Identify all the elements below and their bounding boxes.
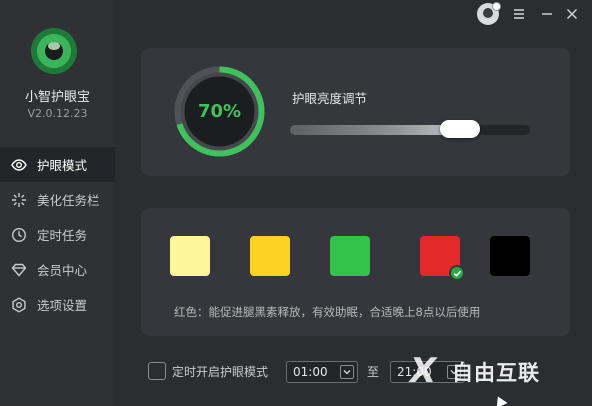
brightness-slider-fill [290, 125, 458, 135]
app-logo [31, 28, 77, 74]
sidebar-item-label: 护眼模式 [37, 158, 88, 173]
start-time-select[interactable]: 01:00 [286, 361, 358, 383]
swatch-green[interactable] [330, 236, 370, 276]
swatch-yellow[interactable] [250, 236, 290, 276]
clock-icon [11, 227, 27, 243]
watermark-x-icon: X [410, 351, 437, 391]
sidebar-item-label: 定时任务 [37, 228, 88, 243]
sidebar-item-timer[interactable]: 定时任务 [0, 217, 115, 252]
sparkle-icon [11, 192, 27, 208]
color-description: 红色：能促进腿黑素释放，有效助眠，合适晚上8点以后使用 [174, 305, 481, 319]
swatch-light-yellow[interactable] [170, 236, 210, 276]
sidebar: 小智护眼宝 V2.0.12.23 护眼模式 美化任务栏 定时任务 会员中心 选项… [0, 0, 115, 406]
chevron-down-icon [340, 365, 354, 379]
user-avatar[interactable] [477, 2, 501, 25]
menu-icon[interactable] [510, 5, 528, 23]
brightness-slider-thumb[interactable] [440, 120, 480, 138]
minimize-icon[interactable] [538, 5, 556, 23]
brightness-card: 70% 护眼亮度调节 [141, 48, 570, 176]
brightness-slider-track[interactable] [290, 125, 530, 135]
timer-label: 定时开启护眼模式 [172, 365, 269, 379]
brightness-value: 70% [197, 101, 242, 122]
time-range-separator: 至 [367, 365, 380, 379]
sidebar-nav: 护眼模式 美化任务栏 定时任务 会员中心 选项设置 [0, 147, 115, 322]
mouse-cursor-icon [492, 393, 508, 406]
app-name: 小智护眼宝 [24, 90, 90, 105]
eye-icon [11, 157, 27, 173]
sidebar-item-member[interactable]: 会员中心 [0, 252, 115, 287]
diamond-icon [11, 262, 27, 278]
app-version: V2.0.12.23 [27, 107, 88, 120]
vip-badge-icon [492, 2, 501, 11]
gear-icon [11, 296, 27, 313]
sidebar-item-label: 选项设置 [37, 298, 88, 313]
sidebar-item-eye-mode[interactable]: 护眼模式 [0, 147, 115, 182]
swatch-red[interactable] [420, 236, 465, 281]
swatch-black[interactable] [490, 236, 530, 276]
sidebar-item-taskbar[interactable]: 美化任务栏 [0, 182, 115, 217]
watermark-logo: X 自由互联 [410, 351, 582, 391]
watermark-text: 自由互联 [452, 361, 540, 385]
sidebar-item-settings[interactable]: 选项设置 [0, 287, 115, 322]
timer-checkbox[interactable] [148, 362, 166, 380]
brightness-slider-title: 护眼亮度调节 [292, 91, 368, 106]
close-icon[interactable] [563, 5, 581, 23]
brightness-ring: 70% [171, 63, 268, 160]
start-time-value: 01:00 [293, 365, 328, 379]
sidebar-item-label: 会员中心 [37, 263, 88, 278]
selected-check-icon [449, 265, 465, 281]
sidebar-item-label: 美化任务栏 [37, 193, 100, 208]
color-card: 红色：能促进腿黑素释放，有效助眠，合适晚上8点以后使用 [141, 208, 570, 336]
